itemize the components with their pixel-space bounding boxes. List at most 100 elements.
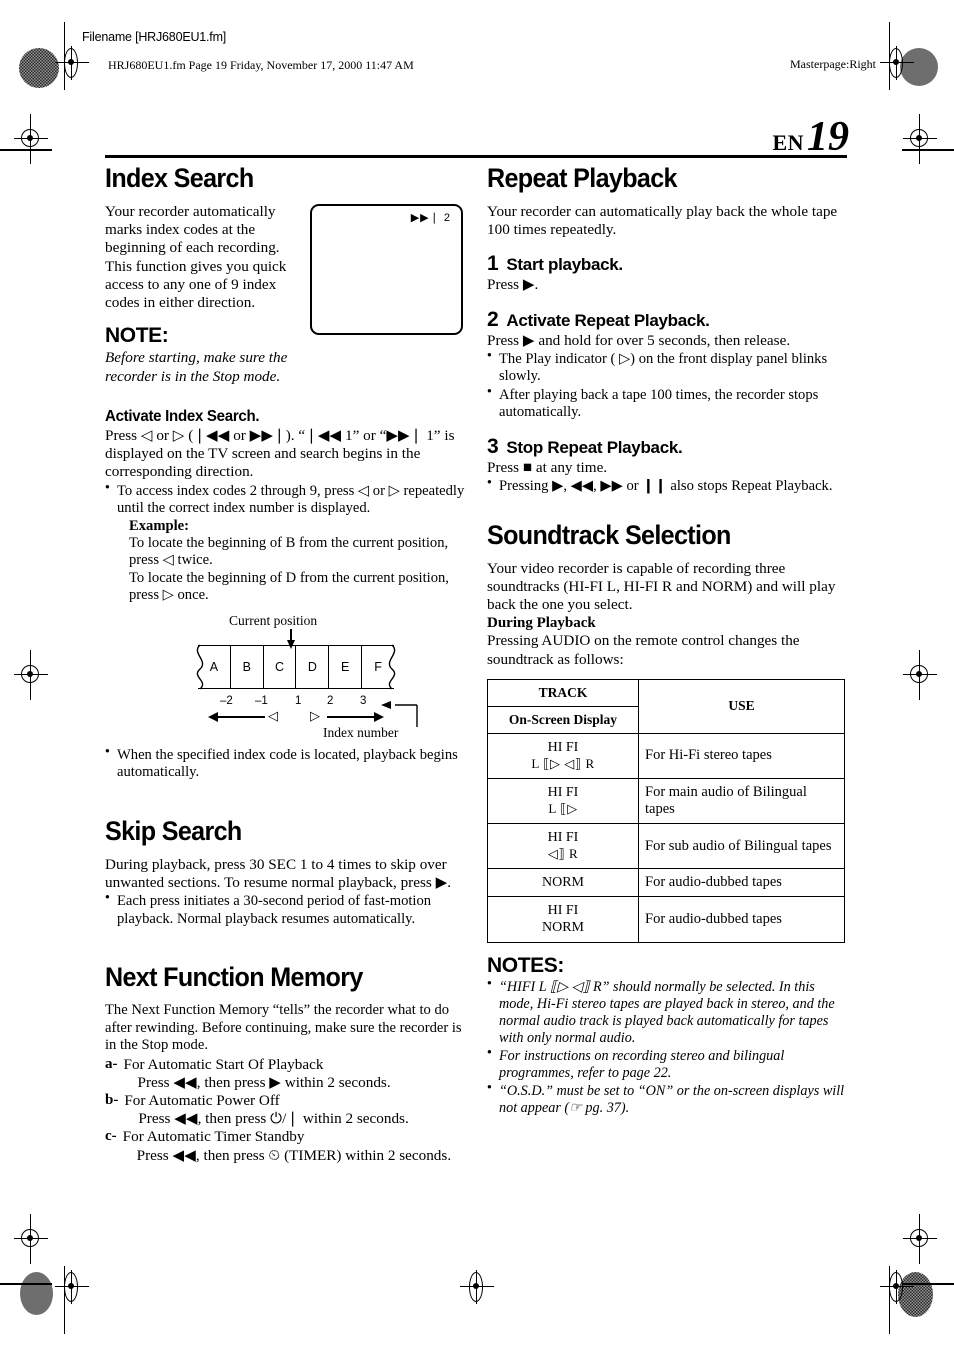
index-search-note-text: Before starting, make sure the recorder … <box>105 349 288 385</box>
diagram-segment: D <box>296 645 330 688</box>
cell-track: NORM <box>487 868 639 898</box>
step-bullet-list: The Play indicator ( ▷) on the front dis… <box>487 350 849 422</box>
cell-track: HI FI NORM <box>487 896 639 943</box>
item-heading: For Automatic Start Of Playback <box>123 1055 324 1073</box>
diagram-segment: E <box>329 645 363 688</box>
filename-box: Filename [HRJ680EU1.fm] <box>82 30 227 44</box>
file-info-line: HRJ680EU1.fm Page 19 Friday, November 17… <box>108 58 414 72</box>
registration-mark-corner-top-right <box>903 114 937 164</box>
right-column: Repeat Playback Your recorder can automa… <box>487 165 849 1117</box>
cell-track: HI FI L ⟦▷ <box>487 777 639 825</box>
heading-activate-index-search: Activate Index Search. <box>105 407 260 425</box>
tv-osd-indicator: ▶▶❘ 2 <box>410 212 451 224</box>
header-rule <box>105 155 847 158</box>
table-row: HI FI L ⟦▷ ◁⟧ R For Hi-Fi stereo tapes <box>487 732 845 780</box>
table-header-row: TRACK USE <box>487 678 845 734</box>
example-label: Example: <box>129 517 189 534</box>
speaker-icon: ◁⟧ R <box>547 846 579 862</box>
registration-mark-middle-left <box>14 650 48 700</box>
masterpage-label: Masterpage:Right <box>790 57 876 71</box>
density-patch-bottom-left <box>20 1272 53 1315</box>
skip-search-body: During playback, press 30 SEC 1 to 4 tim… <box>105 855 452 891</box>
step-body: Press ▶. <box>487 276 539 294</box>
soundtrack-intro: Your video recorder is capable of record… <box>487 559 836 614</box>
registration-mark-bottom-right <box>880 1270 914 1304</box>
table-row: HI FI NORM For audio-dubbed tapes <box>487 896 845 943</box>
registration-mark-corner-bottom-right <box>903 1214 937 1264</box>
item-action: Press ◀◀, then press ▶ within 2 seconds. <box>137 1073 391 1091</box>
step-heading: Start playback. <box>506 255 623 275</box>
index-search-bullet-list: To access index codes 2 through 9, press… <box>105 482 467 518</box>
column-header-use: USE <box>638 678 845 734</box>
list-item: Each press initiates a 30-second period … <box>105 892 467 928</box>
step-body: Press ▶ and hold for over 5 seconds, the… <box>487 331 791 349</box>
diagram-current-position-label: Current position <box>229 612 318 628</box>
repeat-playback-intro: Your recorder can automatically play bac… <box>487 203 838 239</box>
registration-mark-corner-top-left <box>14 114 48 164</box>
next-function-memory-item: b- For Automatic Power Off Press ◀◀, the… <box>105 1092 467 1128</box>
speaker-icon: L ⟦▷ ◁⟧ R <box>531 755 595 771</box>
index-search-closing-bullet-list: When the specified index code is located… <box>105 746 467 782</box>
list-item: To access index codes 2 through 9, press… <box>105 482 467 518</box>
item-label: a- <box>105 1055 118 1072</box>
item-heading: For Automatic Timer Standby <box>122 1128 305 1146</box>
heading-repeat-playback: Repeat Playback <box>487 163 677 193</box>
column-header-track: TRACK <box>487 678 639 707</box>
index-search-intro: Your recorder automatically marks index … <box>105 203 287 312</box>
list-item: When the specified index code is located… <box>105 746 467 782</box>
step-body: Press ■ at any time. <box>487 458 608 476</box>
diagram-tick: 3 <box>360 694 367 707</box>
step-bullet-list: Pressing ▶, ◀◀, ▶▶ or ❙❙ also stops Repe… <box>487 477 849 496</box>
diagram-segment: B <box>231 645 264 688</box>
diagram-tape-track: A B C D E F <box>198 644 394 689</box>
track-line-2: NORM <box>541 920 584 936</box>
step-number: 3 <box>487 434 499 458</box>
registration-mark-bottom-left <box>55 1270 89 1304</box>
table-row: HI FI L ⟦▷ For main audio of Bilingual t… <box>487 777 845 825</box>
diagram-tick: 2 <box>327 694 334 707</box>
diagram-segment: F <box>374 659 382 674</box>
list-item: For instructions on recording stereo and… <box>487 1047 849 1082</box>
heading-soundtrack-selection: Soundtrack Selection <box>487 519 731 550</box>
step-number: 2 <box>487 307 499 331</box>
cell-use: For main audio of Bilingual tapes <box>638 777 845 825</box>
cell-use: For audio-dubbed tapes <box>638 896 845 943</box>
track-line-1: HI FI <box>547 903 579 919</box>
list-item: After playing back a tape 100 times, the… <box>487 386 849 422</box>
example-line-1: To locate the beginning of B from the cu… <box>129 534 449 569</box>
diagram-index-number-label: Index number <box>323 724 399 740</box>
registration-mark-middle-right <box>903 650 937 700</box>
index-diagram: Current position A B C D E F –2 –1 1 2 3… <box>105 613 467 743</box>
notes-list: “HIFI L ⟦▷ ◁⟧ R” should normally be sele… <box>487 978 849 1117</box>
list-item: “HIFI L ⟦▷ ◁⟧ R” should normally be sele… <box>487 978 849 1047</box>
page-number: 19 <box>807 114 849 160</box>
step-heading: Stop Repeat Playback. <box>506 437 683 457</box>
soundtrack-table: TRACK USE On-Screen Display HI FI L ⟦▷ ◁… <box>487 678 845 943</box>
heading-skip-search: Skip Search <box>105 815 242 846</box>
diagram-right-arrow-symbol: ▷ <box>310 708 320 724</box>
next-function-memory-item: c- For Automatic Timer Standby Press ◀◀,… <box>105 1128 467 1164</box>
list-item: Pressing ▶, ◀◀, ▶▶ or ❙❙ also stops Repe… <box>487 477 849 496</box>
registration-mark-bottom-center <box>460 1270 494 1304</box>
activate-index-search-body: Press ◁ or ▷ (❘◀◀ or ▶▶❘). “❘◀◀ 1” or “▶… <box>105 426 455 481</box>
table-row: NORM For audio-dubbed tapes <box>487 868 845 898</box>
cell-track: HI FI ◁⟧ R <box>487 823 639 870</box>
example-line-2: To locate the beginning of D from the cu… <box>129 569 449 604</box>
tv-screen-illustration: ▶▶❘ 2 <box>310 204 463 335</box>
diagram-segment: C <box>264 645 297 688</box>
step-number: 1 <box>487 252 499 276</box>
registration-mark-top-right <box>880 46 914 80</box>
repeat-playback-step: 2 Activate Repeat Playback. Press ▶ and … <box>487 308 849 422</box>
page-number-block: EN19 <box>772 113 849 161</box>
track-line-1: NORM <box>541 875 584 891</box>
cell-use: For sub audio of Bilingual tapes <box>638 823 845 870</box>
list-item: “O.S.D.” must be set to “ON” or the on-s… <box>487 1082 849 1117</box>
track-line-1: HI FI <box>547 785 579 800</box>
during-playback-heading: During Playback <box>487 615 596 632</box>
cell-track: HI FI L ⟦▷ ◁⟧ R <box>487 732 639 780</box>
density-patch-top-left <box>19 48 59 88</box>
next-function-memory-intro: The Next Function Memory “tells” the rec… <box>105 1002 462 1054</box>
diagram-left-arrow-symbol: ◁ <box>268 708 278 724</box>
track-line-1: HI FI <box>547 739 579 755</box>
crop-line-left-horizontal-lower <box>0 1283 52 1285</box>
